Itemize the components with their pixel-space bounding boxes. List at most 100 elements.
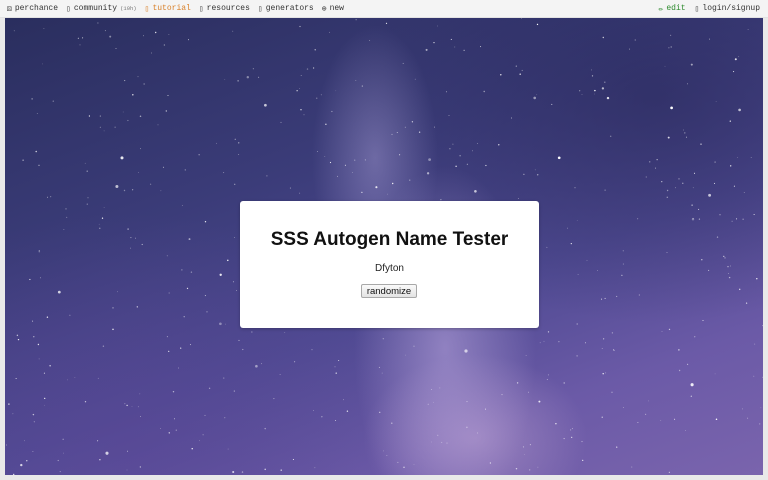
star [15, 378, 17, 379]
star [570, 243, 572, 245]
star [418, 131, 421, 133]
star [52, 100, 54, 102]
star [439, 387, 441, 389]
star [596, 269, 598, 271]
star [604, 81, 606, 83]
star [708, 193, 712, 197]
star [682, 182, 684, 184]
star [576, 323, 578, 325]
star [586, 259, 588, 261]
star [738, 56, 740, 58]
star [666, 189, 669, 192]
star [734, 58, 737, 61]
star [168, 432, 171, 434]
star [638, 294, 640, 296]
star [667, 136, 670, 139]
star [581, 441, 583, 443]
star [166, 255, 168, 257]
star [151, 52, 152, 54]
star [361, 85, 363, 87]
star [601, 416, 603, 418]
star [533, 96, 537, 100]
star [702, 320, 704, 321]
star [546, 379, 548, 381]
star [708, 269, 710, 271]
nav-generators[interactable]: ▯ generators [258, 4, 314, 14]
star [391, 182, 394, 185]
star [208, 387, 211, 389]
star [321, 416, 323, 418]
nav-login-signup[interactable]: ▯ login/signup [695, 4, 760, 14]
star [246, 76, 249, 79]
star [126, 404, 128, 407]
star [20, 463, 23, 467]
star [383, 450, 384, 452]
nav-community[interactable]: ▯ community (10h) [66, 4, 137, 14]
star [602, 372, 604, 375]
nav-new[interactable]: ⊕ new [322, 4, 344, 14]
star [437, 434, 439, 436]
star [516, 382, 519, 384]
star [314, 467, 316, 469]
star [605, 372, 607, 374]
star [331, 110, 333, 113]
star [219, 322, 222, 326]
star [645, 176, 647, 178]
star [464, 349, 468, 353]
star [543, 340, 545, 342]
star [694, 336, 696, 338]
star [227, 448, 229, 450]
star [603, 338, 605, 340]
star [127, 450, 128, 452]
nav-perchance[interactable]: ⚄ perchance [7, 4, 58, 14]
star [378, 366, 380, 368]
star [241, 471, 244, 473]
star [317, 151, 318, 152]
star [120, 156, 124, 160]
nav-edit[interactable]: ✏ edit [659, 4, 686, 14]
nav-tutorial[interactable]: ▯ tutorial [145, 4, 191, 14]
star [160, 190, 162, 192]
star [727, 266, 729, 268]
star [88, 115, 91, 117]
star [46, 316, 49, 318]
star [62, 438, 64, 440]
randomize-button[interactable]: randomize [361, 284, 417, 298]
star [299, 25, 301, 28]
star [124, 80, 126, 82]
star [668, 471, 670, 473]
star [754, 343, 756, 345]
star [199, 440, 201, 442]
star [232, 281, 235, 283]
star [82, 37, 84, 39]
star [130, 237, 132, 239]
star [344, 164, 346, 166]
star [669, 34, 672, 37]
star [313, 410, 315, 411]
user-icon: ▯ [694, 4, 700, 14]
star [223, 377, 225, 379]
star [523, 173, 525, 175]
star [745, 302, 748, 304]
star [329, 161, 332, 164]
star [168, 34, 170, 35]
star [17, 338, 20, 341]
star [570, 429, 572, 431]
star [604, 189, 606, 191]
top-nav-bar: ⚄ perchance ▯ community (10h) ▯ tutorial… [0, 0, 768, 18]
star [674, 418, 676, 420]
star [536, 94, 538, 96]
star [656, 159, 658, 161]
nav-resources[interactable]: ▯ resources [199, 4, 250, 14]
star [102, 345, 105, 347]
star [138, 171, 139, 173]
star [571, 428, 573, 430]
star [551, 103, 553, 105]
star [445, 91, 447, 93]
star [168, 292, 170, 294]
star [616, 446, 618, 448]
star [57, 459, 59, 462]
star [709, 38, 711, 40]
star [743, 192, 745, 193]
star [485, 164, 487, 167]
